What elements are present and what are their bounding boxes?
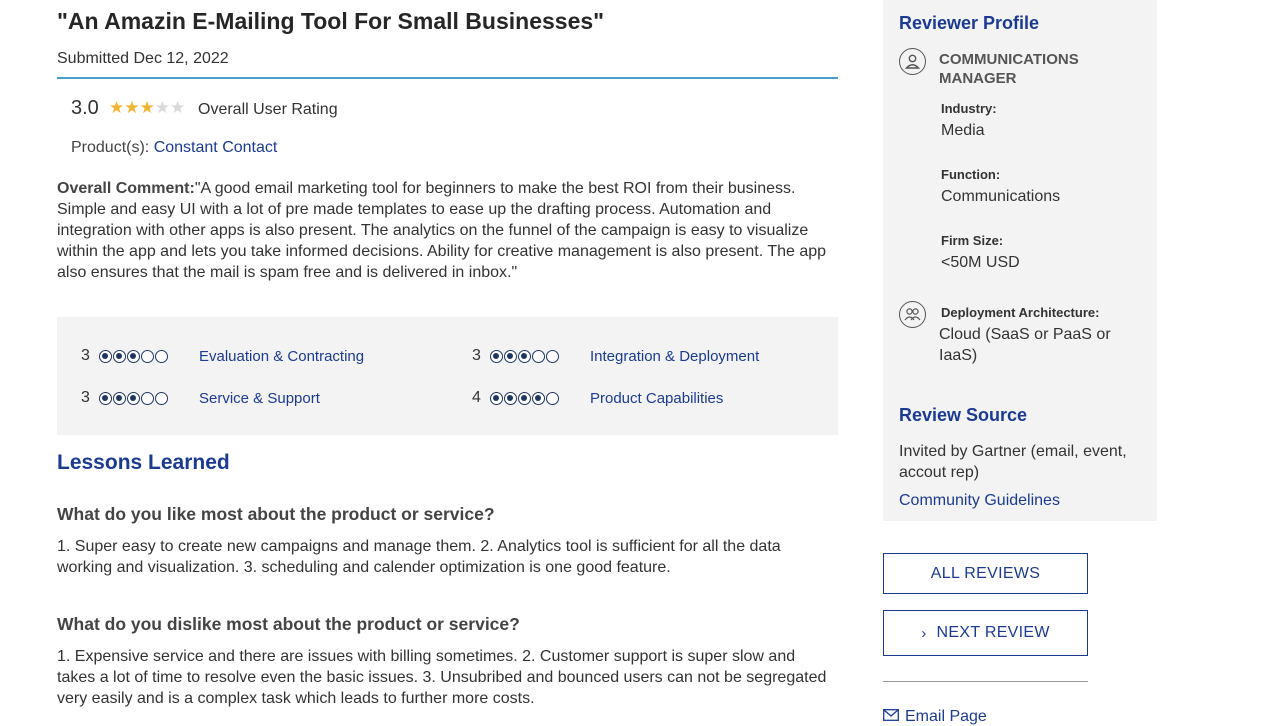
score-dot-icon xyxy=(490,391,503,405)
score-capabilities: 4 Product Capabilities xyxy=(472,387,723,409)
review-source-text: Invited by Gartner (email, event, accout… xyxy=(899,443,1127,481)
email-page-link[interactable]: Email Page xyxy=(883,708,987,726)
rating-stars: ★★★★★ xyxy=(109,98,185,118)
score-dot-icon xyxy=(127,391,140,405)
score-dots xyxy=(99,391,199,405)
star-icon: ★ xyxy=(170,98,186,117)
function-value: Communications xyxy=(941,188,1061,205)
score-dot-icon xyxy=(99,391,112,405)
reviewer-role: COMMUNICATIONS MANAGER xyxy=(939,51,1079,87)
score-dot-icon xyxy=(141,391,154,405)
email-page-label: Email Page xyxy=(905,708,987,725)
score-dot-icon xyxy=(532,349,545,363)
score-dot-icon xyxy=(113,391,126,405)
score-link-integration[interactable]: Integration & Deployment xyxy=(590,348,759,365)
question-dislike: What do you dislike most about the produ… xyxy=(57,614,520,634)
overall-rating-label: Overall User Rating xyxy=(198,101,338,118)
score-value: 3 xyxy=(81,389,90,406)
score-service: 3 Service & Support xyxy=(81,387,320,409)
envelope-icon xyxy=(883,708,899,726)
score-dot-icon xyxy=(127,349,140,363)
score-dots xyxy=(99,349,199,363)
function-label: Function: xyxy=(941,167,1001,182)
firm-size-label: Firm Size: xyxy=(941,233,1004,248)
score-value: 4 xyxy=(472,389,481,406)
product-link[interactable]: Constant Contact xyxy=(154,139,278,156)
score-dot-icon xyxy=(141,349,154,363)
score-dot-icon xyxy=(546,349,559,363)
question-like: What do you like most about the product … xyxy=(57,504,495,524)
next-review-label: NEXT REVIEW xyxy=(936,624,1050,641)
score-dots xyxy=(490,391,590,405)
score-dots xyxy=(490,349,590,363)
score-integration: 3 Integration & Deployment xyxy=(472,345,759,367)
score-dot-icon xyxy=(532,391,545,405)
deployment-label: Deployment Architecture: xyxy=(941,305,1100,320)
industry-label: Industry: xyxy=(941,101,997,116)
score-link-evaluation[interactable]: Evaluation & Contracting xyxy=(199,348,364,365)
score-dot-icon xyxy=(504,391,517,405)
score-dot-icon xyxy=(113,349,126,363)
overall-comment: Overall Comment:"A good email marketing … xyxy=(57,178,827,283)
star-icon: ★ xyxy=(109,98,125,117)
score-link-capabilities[interactable]: Product Capabilities xyxy=(590,390,723,407)
score-dot-icon xyxy=(546,391,559,405)
score-value: 3 xyxy=(472,347,481,364)
overall-rating-value: 3.0 xyxy=(71,97,99,119)
chevron-right-icon: › xyxy=(921,624,927,642)
lessons-heading: Lessons Learned xyxy=(57,451,230,474)
score-dot-icon xyxy=(155,349,168,363)
score-value: 3 xyxy=(81,347,90,364)
all-reviews-label: ALL REVIEWS xyxy=(930,564,1041,582)
products-label: Product(s): xyxy=(71,139,150,156)
score-dot-icon xyxy=(504,349,517,363)
answer-like: 1. Super easy to create new campaigns an… xyxy=(57,538,781,576)
score-dot-icon xyxy=(490,349,503,363)
industry-value: Media xyxy=(941,122,985,139)
reviewer-profile-heading: Reviewer Profile xyxy=(899,13,1040,33)
score-dot-icon xyxy=(518,391,531,405)
firm-size-value: <50M USD xyxy=(941,254,1020,271)
star-icon: ★ xyxy=(139,98,155,117)
comment-label: Overall Comment: xyxy=(57,180,195,197)
score-evaluation: 3 Evaluation & Contracting xyxy=(81,345,364,367)
products-line: Product(s): Constant Contact xyxy=(71,139,277,157)
review-title: "An Amazin E-Mailing Tool For Small Busi… xyxy=(57,8,605,34)
community-guidelines-link[interactable]: Community Guidelines xyxy=(899,492,1060,510)
title-divider xyxy=(57,77,838,79)
all-reviews-button[interactable]: ALL REVIEWS xyxy=(883,553,1088,594)
score-dot-icon xyxy=(155,391,168,405)
submitted-date: Submitted Dec 12, 2022 xyxy=(57,50,229,67)
star-icon: ★ xyxy=(124,98,140,117)
score-dot-icon xyxy=(518,349,531,363)
answer-dislike: 1. Expensive service and there are issue… xyxy=(57,648,827,707)
score-dot-icon xyxy=(99,349,112,363)
deployment-icon xyxy=(899,301,926,328)
user-icon xyxy=(899,48,926,75)
next-review-button[interactable]: › NEXT REVIEW xyxy=(883,610,1088,656)
scores-panel: 3 Evaluation & Contracting 3 Integration… xyxy=(57,317,838,435)
deployment-value: Cloud (SaaS or PaaS or IaaS) xyxy=(939,326,1111,364)
score-link-service[interactable]: Service & Support xyxy=(199,390,320,407)
actions-divider xyxy=(883,681,1088,682)
review-source-heading: Review Source xyxy=(899,405,1028,425)
star-icon: ★ xyxy=(154,98,170,117)
